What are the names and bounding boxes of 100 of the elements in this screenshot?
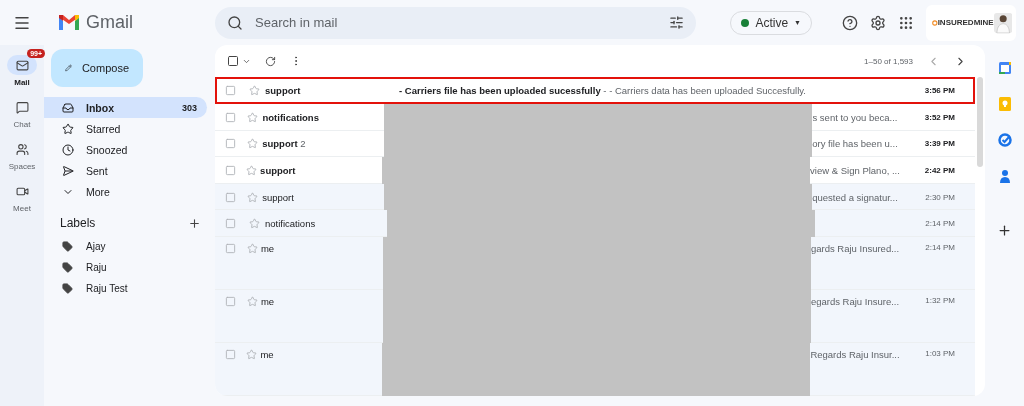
message-preview: - Carriers file has been uploaded sucessfully - - Carriers data has been uploaded Succesfully. bbox=[398, 85, 807, 97]
folder-item[interactable]: More bbox=[44, 181, 207, 203]
message-row[interactable]: notifications s sent to you beca... 3:52 PM bbox=[215, 104, 975, 131]
rail-label: Mail bbox=[14, 78, 30, 88]
checkbox-icon[interactable] bbox=[225, 165, 236, 176]
message-row[interactable]: support - Carriers file has been uploaded sucessfully - - Carriers data has been uploaded Succesfully. 3:56 PM bbox=[215, 77, 975, 105]
message-time: 2:14 PM bbox=[924, 219, 955, 229]
message-sender: support bbox=[265, 85, 302, 97]
labels-title: Labels bbox=[60, 216, 96, 231]
message-row[interactable]: notifications 2:14 PM bbox=[215, 210, 975, 237]
label-tag-icon bbox=[62, 262, 73, 274]
checkbox-icon[interactable] bbox=[225, 349, 236, 360]
company-logo-text: INSUREDMINE bbox=[937, 18, 994, 28]
checkbox-icon[interactable] bbox=[225, 138, 236, 150]
star-icon[interactable] bbox=[249, 218, 260, 230]
filter-icon[interactable] bbox=[669, 14, 684, 30]
folder-label: Sent bbox=[86, 164, 109, 177]
label-tag-icon bbox=[62, 241, 73, 253]
rail-button[interactable] bbox=[7, 55, 37, 76]
checkbox-icon[interactable] bbox=[225, 243, 236, 254]
checkbox-icon[interactable] bbox=[225, 191, 236, 203]
message-sender: notifications bbox=[265, 218, 317, 230]
mail-icon bbox=[15, 58, 29, 72]
compose-button[interactable]: Compose bbox=[51, 49, 143, 88]
message-preview: view & Sign Plano, ... bbox=[810, 165, 901, 176]
message-row[interactable]: support quested a signatur... 2:30 PM bbox=[215, 183, 975, 211]
message-sender: support bbox=[260, 165, 297, 176]
scrollbar[interactable] bbox=[977, 77, 983, 168]
message-preview: ory file has been u... bbox=[812, 138, 899, 150]
folder-label: Snoozed bbox=[86, 143, 129, 156]
clock-icon bbox=[62, 143, 74, 156]
tasks-icon[interactable] bbox=[997, 133, 1012, 148]
label-item[interactable]: Raju bbox=[44, 257, 215, 279]
settings-icon[interactable] bbox=[870, 14, 886, 31]
message-preview: gards Raju Insured... bbox=[810, 243, 901, 254]
search-icon[interactable] bbox=[227, 14, 243, 31]
message-row[interactable]: me gards Raju Insured... 2:14 PM bbox=[215, 237, 975, 290]
checkbox-icon[interactable] bbox=[225, 296, 236, 307]
message-row[interactable]: me egards Raju Insure... 1:32 PM bbox=[215, 290, 975, 343]
person-icon[interactable] bbox=[998, 169, 1011, 184]
message-row[interactable]: me Regards Raju Insur... 1:03 PM bbox=[215, 343, 975, 396]
message-time: 1:32 PM bbox=[924, 296, 955, 305]
lightbulb-note-icon[interactable] bbox=[997, 97, 1012, 112]
message-row[interactable]: support view & Sign Plano, ... 2:42 PM bbox=[215, 157, 975, 184]
message-time: 3:56 PM bbox=[923, 86, 955, 96]
folder-count: 303 bbox=[181, 102, 198, 113]
message-sender: me bbox=[260, 296, 276, 307]
message-preview: s sent to you beca... bbox=[812, 111, 899, 123]
message-preview: Regards Raju Insur... bbox=[810, 349, 901, 360]
chat-icon bbox=[15, 100, 29, 114]
star-icon[interactable] bbox=[246, 296, 258, 307]
logo-ring-icon bbox=[932, 18, 938, 27]
send-icon bbox=[62, 164, 74, 177]
star-icon[interactable] bbox=[247, 111, 259, 123]
label-tag-icon bbox=[62, 283, 73, 295]
page-range: 1–50 of 1,593 bbox=[864, 56, 913, 66]
message-sender: support bbox=[262, 191, 295, 203]
message-time: 2:30 PM bbox=[924, 192, 955, 202]
star-icon[interactable] bbox=[247, 191, 259, 203]
message-time: 3:52 PM bbox=[923, 112, 955, 122]
add-icon[interactable] bbox=[997, 223, 1012, 239]
label-item[interactable]: Ajay bbox=[44, 236, 215, 258]
apps-icon[interactable] bbox=[898, 14, 914, 31]
help-icon[interactable] bbox=[842, 14, 858, 31]
select-all-checkbox[interactable] bbox=[227, 55, 239, 68]
checkbox-icon[interactable] bbox=[225, 111, 236, 123]
message-time: 2:14 PM bbox=[924, 243, 955, 252]
rail-label: Spaces bbox=[8, 162, 36, 172]
folder-item[interactable]: Inbox 303 bbox=[44, 97, 207, 119]
search-field[interactable]: Search in mail bbox=[215, 6, 696, 39]
inbox-icon bbox=[62, 101, 74, 114]
checkbox-icon[interactable] bbox=[225, 85, 236, 97]
add-label-icon[interactable] bbox=[188, 216, 201, 230]
gmail-logo-icon bbox=[58, 14, 80, 32]
message-time: 3:39 PM bbox=[923, 139, 955, 149]
folder-label: More bbox=[86, 185, 111, 198]
folder-item[interactable]: Snoozed bbox=[44, 139, 207, 161]
refresh-icon[interactable] bbox=[265, 55, 276, 67]
checkbox-icon[interactable] bbox=[225, 218, 236, 230]
app-name: Gmail bbox=[86, 12, 133, 34]
message-sender: me bbox=[260, 349, 275, 360]
star-icon[interactable] bbox=[246, 243, 258, 254]
message-time: 2:42 PM bbox=[923, 166, 955, 175]
message-row[interactable]: support 2 ory file has been u... 3:39 PM bbox=[215, 130, 975, 158]
star-icon[interactable] bbox=[249, 85, 260, 97]
star-icon[interactable] bbox=[246, 349, 258, 360]
message-time: 1:03 PM bbox=[924, 349, 955, 358]
star-icon[interactable] bbox=[247, 138, 259, 150]
calendar-icon[interactable] bbox=[997, 61, 1012, 76]
message-preview: quested a signatur... bbox=[812, 191, 899, 203]
folder-label: Starred bbox=[86, 122, 122, 135]
folder-item[interactable]: Sent bbox=[44, 160, 207, 182]
label-item[interactable]: Raju Test bbox=[44, 278, 215, 300]
rail-label: Chat bbox=[13, 120, 31, 130]
message-sender: support 2 bbox=[262, 138, 307, 150]
folder-item[interactable]: Starred bbox=[44, 118, 207, 140]
account-chip[interactable]: INSUREDMINE bbox=[926, 4, 1016, 41]
folder-label: Inbox bbox=[86, 101, 115, 114]
people-icon bbox=[15, 142, 29, 156]
star-icon[interactable] bbox=[246, 165, 258, 176]
